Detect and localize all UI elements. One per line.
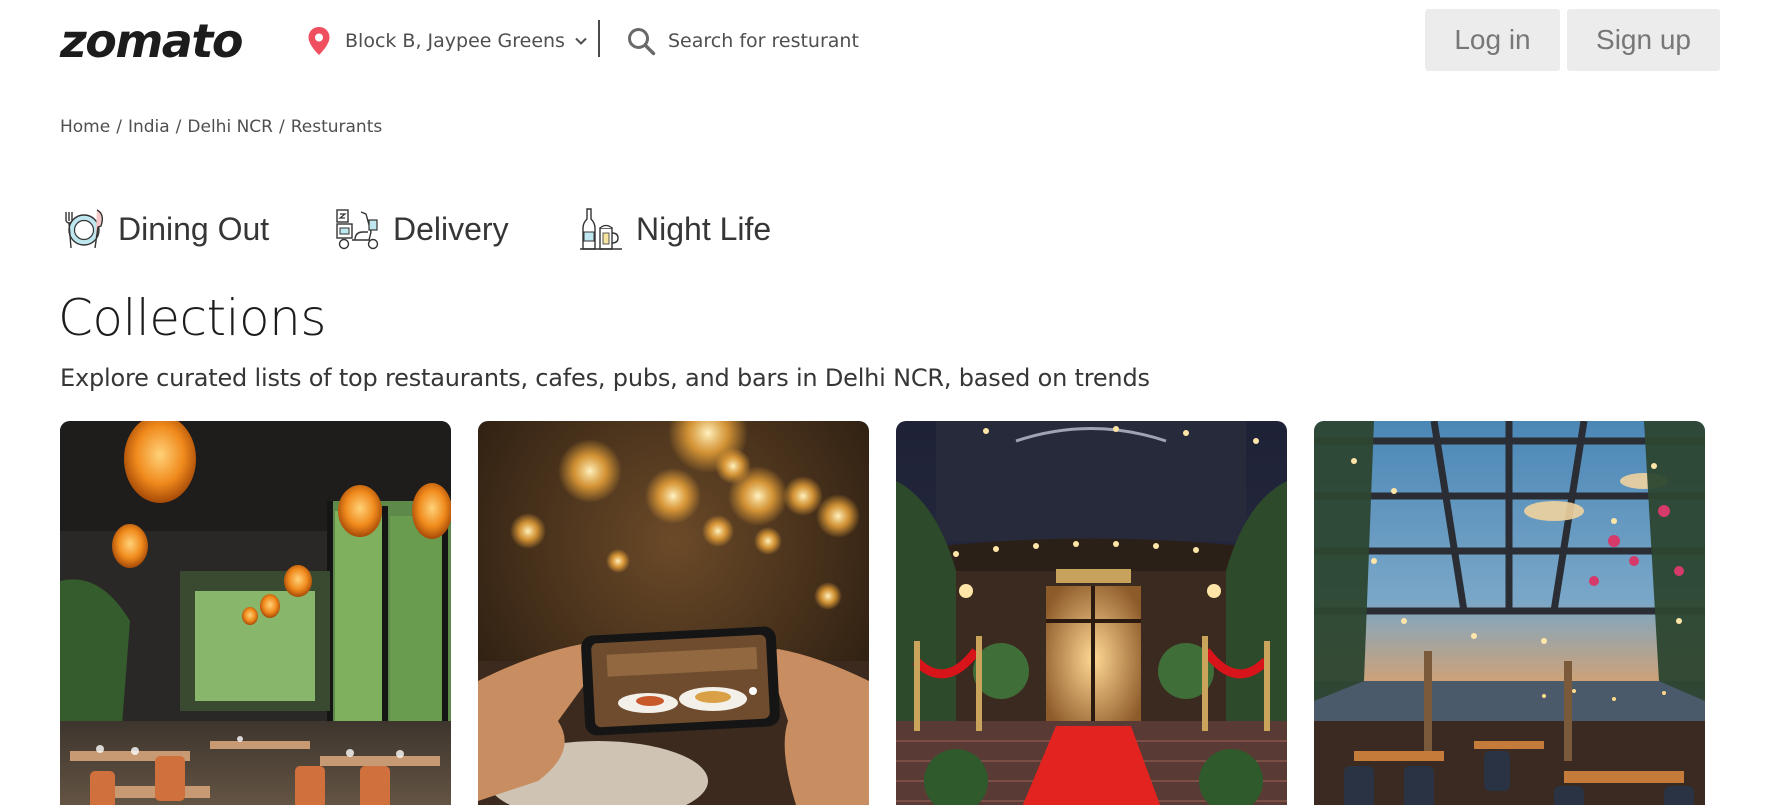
restaurant-interior-lanterns-image [60,421,451,805]
zomato-logo[interactable]: zomato [60,14,243,68]
collections-title: Collections [58,289,326,347]
collection-card[interactable] [478,421,869,805]
breadcrumb: Home / India / Delhi NCR / Resturants [60,117,382,137]
breadcrumb-restaurants: Resturants [290,117,383,137]
tab-dining-out[interactable]: Dining Out [60,204,269,254]
collections-subtitle: Explore curated lists of top restaurants… [60,364,1150,392]
night-life-bottle-icon [580,208,622,250]
restaurant-entrance-red-carpet-image [896,421,1287,805]
rooftop-dining-sunset-image [1314,421,1705,805]
breadcrumb-home[interactable]: Home [60,117,110,137]
tab-label: Night Life [636,210,772,247]
search-box [626,22,1006,60]
tab-label: Delivery [393,210,509,247]
search-input[interactable] [668,30,988,52]
top-navbar: zomato Block B, Jaypee Greens Log in Sig… [0,0,1779,80]
delivery-scooter-icon [336,209,379,250]
collection-card[interactable] [1314,421,1705,805]
breadcrumb-india[interactable]: India [128,117,170,137]
dining-out-icon [65,209,104,249]
search-icon[interactable] [626,26,656,56]
location-text: Block B, Jaypee Greens [345,30,565,52]
header-divider [598,20,600,57]
tab-label: Dining Out [118,210,270,247]
location-selector[interactable]: Block B, Jaypee Greens [307,24,589,58]
tab-delivery[interactable]: Delivery [335,204,509,254]
login-button[interactable]: Log in [1425,9,1560,71]
breadcrumb-separator: / [116,117,122,137]
collections-grid [60,421,1720,805]
location-pin-icon [308,27,330,55]
breadcrumb-separator: / [278,117,285,137]
breadcrumb-delhi-ncr[interactable]: Delhi NCR [187,117,273,137]
collection-card[interactable] [60,421,451,805]
breadcrumb-separator: / [175,117,182,137]
collection-card[interactable] [896,421,1287,805]
tab-night-life[interactable]: Night Life [578,204,771,254]
chevron-down-icon [575,37,587,45]
phone-photographing-food-image [478,421,869,805]
signup-button[interactable]: Sign up [1567,9,1720,71]
